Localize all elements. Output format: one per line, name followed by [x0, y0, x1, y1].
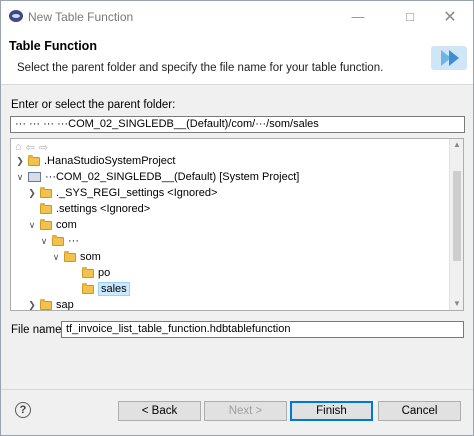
scroll-down-icon[interactable]: ▼: [450, 298, 463, 310]
next-button[interactable]: Next >: [204, 401, 287, 421]
tree-item[interactable]: ❯ .HanaStudioSystemProject: [15, 153, 175, 169]
scrollbar-thumb[interactable]: [453, 171, 461, 261]
collapse-chevron-icon[interactable]: ∨: [27, 220, 37, 231]
tree-item[interactable]: ∨ som: [51, 249, 101, 265]
minimize-button[interactable]: —: [335, 1, 381, 32]
project-icon: [28, 172, 41, 182]
dialog-window: New Table Function — □ ✕ Table Function …: [0, 0, 474, 436]
file-name-input[interactable]: tf_invoice_list_table_function.hdbtablef…: [61, 321, 464, 338]
tree-item-label: com: [56, 219, 77, 231]
expand-chevron-icon[interactable]: ❯: [27, 300, 37, 311]
tree-item[interactable]: ❯ sap: [27, 297, 74, 311]
tree-item-selected[interactable]: sales: [69, 281, 130, 297]
tree-item-label: .HanaStudioSystemProject: [44, 155, 176, 167]
tree-item-label: ···: [68, 235, 79, 247]
folder-open-icon: [82, 282, 94, 294]
title-bar: New Table Function — □ ✕: [1, 1, 473, 32]
folder-icon: [40, 202, 52, 214]
expand-chevron-icon[interactable]: ❯: [27, 188, 37, 199]
scroll-up-icon[interactable]: ▲: [450, 139, 463, 151]
folder-icon: [40, 218, 52, 230]
collapse-chevron-icon[interactable]: ∨: [39, 236, 49, 247]
folder-icon: [28, 154, 40, 166]
tree-item-label: som: [80, 251, 101, 263]
tree-item[interactable]: ∨ ···COM_02_SINGLEDB__(Default) [System …: [15, 169, 300, 185]
tree-item-label: sap: [56, 299, 74, 311]
file-name-label: File name:: [11, 324, 65, 336]
tree-item-label: ._SYS_REGI_settings <Ignored>: [56, 187, 218, 199]
folder-tree[interactable]: ⌂ ⇦ ⇨ ❯ .HanaStudioSystemProject ∨ ···CO…: [10, 138, 464, 311]
page-description: Select the parent folder and specify the…: [17, 62, 384, 74]
eclipse-icon: [9, 10, 23, 22]
help-icon[interactable]: ?: [15, 402, 31, 418]
folder-icon: [64, 250, 76, 262]
parent-folder-input[interactable]: ··· ··· ··· ···COM_02_SINGLEDB__(Default…: [10, 116, 465, 133]
tree-item[interactable]: ❯ ._SYS_REGI_settings <Ignored>: [27, 185, 217, 201]
folder-icon: [40, 186, 52, 198]
back-button[interactable]: < Back: [118, 401, 201, 421]
tree-item[interactable]: ∨ com: [27, 217, 77, 233]
tree-item[interactable]: po: [69, 265, 110, 281]
folder-icon: [82, 266, 94, 278]
tree-item-label: po: [98, 267, 111, 279]
footer-divider: [1, 389, 473, 390]
folder-icon: [40, 298, 52, 310]
tree-item[interactable]: ∨ ···: [39, 233, 79, 249]
tree-item-label: .settings <Ignored>: [56, 203, 151, 215]
tree-scrollbar[interactable]: ▲ ▼: [449, 139, 463, 310]
tree-item[interactable]: .settings <Ignored>: [27, 201, 150, 217]
expand-chevron-icon[interactable]: ❯: [15, 156, 25, 167]
close-button[interactable]: ✕: [427, 1, 473, 32]
collapse-chevron-icon[interactable]: ∨: [15, 172, 25, 183]
tree-item-label: sales: [98, 282, 130, 296]
tree-item-label: ···COM_02_SINGLEDB__(Default) [System Pr…: [45, 171, 300, 183]
folder-icon: [52, 234, 64, 246]
collapse-chevron-icon[interactable]: ∨: [51, 252, 61, 263]
window-title: New Table Function: [28, 10, 134, 24]
finish-button[interactable]: Finish: [290, 401, 373, 421]
wizard-banner-icon: [431, 46, 467, 70]
parent-folder-label: Enter or select the parent folder:: [11, 99, 176, 111]
cancel-button[interactable]: Cancel: [378, 401, 461, 421]
wizard-header: Table Function Select the parent folder …: [1, 32, 473, 85]
page-title: Table Function: [9, 39, 97, 53]
